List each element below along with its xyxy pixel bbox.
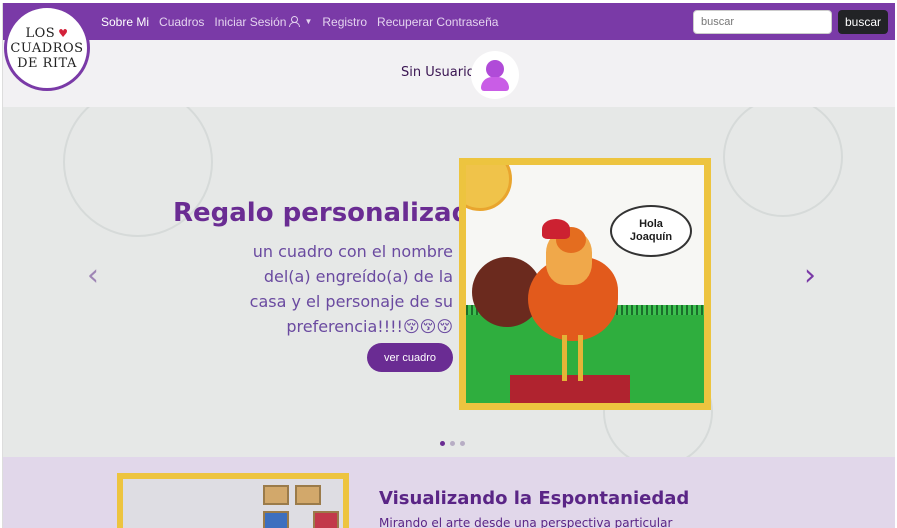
heart-icon: ♥: [58, 26, 69, 40]
user-avatar-icon[interactable]: [471, 51, 519, 99]
site-logo[interactable]: LOS ♥ CUADROS DE RITA: [4, 5, 90, 91]
logo-text-cuadros: CUADROS: [10, 40, 84, 56]
nav-item-recuperar-contrasena[interactable]: Recuperar Contraseña: [377, 15, 498, 29]
bubble-text-line2: Joaquín: [629, 231, 673, 243]
top-navbar: Sobre Mi Cuadros Iniciar Sesión ▼ Regist…: [3, 3, 895, 40]
carousel-indicator-2[interactable]: [450, 441, 455, 446]
mini-painting: [313, 511, 339, 528]
featured-image-frame[interactable]: [117, 473, 349, 528]
page: Sobre Mi Cuadros Iniciar Sesión ▼ Regist…: [2, 3, 895, 528]
user-bar: Sin Usuario: [3, 40, 895, 107]
search-button[interactable]: buscar: [838, 10, 888, 34]
nav-links: Sobre Mi Cuadros Iniciar Sesión ▼ Regist…: [101, 3, 498, 40]
rooster-painting-image: Hola Joaquín: [466, 165, 704, 403]
slide-description: un cuadro con el nombre del(a) engreído(…: [249, 242, 453, 336]
ver-cuadro-button[interactable]: ver cuadro: [367, 343, 453, 372]
rooster-leg: [578, 335, 583, 381]
carousel-indicator-1[interactable]: [440, 441, 445, 446]
bubble-text-line1: Hola: [639, 218, 663, 230]
slide-image-frame[interactable]: Hola Joaquín: [459, 158, 711, 410]
carousel-indicators: [440, 441, 465, 446]
user-icon: [289, 16, 301, 27]
rooster-comb: [542, 219, 570, 239]
background-flower-decoration: [723, 107, 843, 217]
speech-bubble: Hola Joaquín: [610, 205, 692, 257]
sun-shape: [466, 165, 512, 211]
username-label: Sin Usuario: [401, 65, 475, 80]
nav-item-registro[interactable]: Registro: [322, 15, 367, 29]
mini-painting: [263, 485, 289, 505]
section-title: Visualizando la Espontaniedad: [379, 488, 690, 509]
nav-item-sobre-mi[interactable]: Sobre Mi: [101, 15, 149, 29]
red-post: [510, 375, 630, 403]
search-input[interactable]: [693, 10, 832, 34]
chevron-down-icon: ▼: [304, 17, 313, 26]
rooster-leg: [562, 335, 567, 381]
nav-item-iniciar-sesion[interactable]: Iniciar Sesión ▼: [214, 15, 312, 29]
logo-line-1: LOS ♥: [25, 26, 68, 41]
section-subtitle: Mirando el arte desde una perspectiva pa…: [379, 516, 673, 528]
carousel-indicator-3[interactable]: [460, 441, 465, 446]
mini-painting: [263, 511, 289, 528]
slide-title: Regalo personalizado:: [173, 198, 499, 228]
featured-section: Visualizando la Espontaniedad Mirando el…: [3, 457, 895, 528]
mini-painting: [295, 485, 321, 505]
logo-text-los: LOS: [25, 25, 56, 41]
gallery-wall-image: [123, 479, 343, 528]
chevron-left-icon[interactable]: ‹: [83, 259, 103, 293]
hero-carousel: Regalo personalizado: un cuadro con el n…: [3, 107, 895, 457]
nav-item-cuadros[interactable]: Cuadros: [159, 15, 204, 29]
nav-item-iniciar-sesion-label: Iniciar Sesión: [214, 14, 287, 29]
chevron-right-icon[interactable]: ›: [800, 259, 820, 293]
logo-text-de-rita: DE RITA: [17, 55, 77, 71]
